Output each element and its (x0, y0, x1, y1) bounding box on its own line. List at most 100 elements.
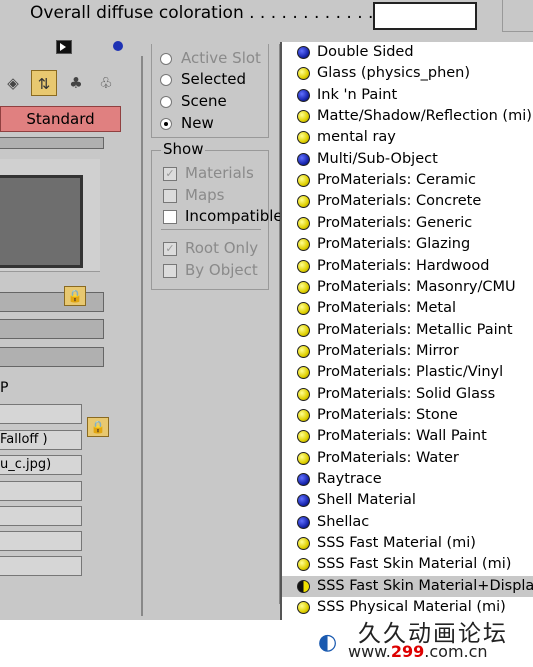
yellow-sphere-icon (297, 558, 310, 572)
list-item[interactable]: ProMaterials: Solid Glass (282, 384, 533, 405)
list-item[interactable]: ProMaterials: Concrete (282, 191, 533, 212)
section-label: P (0, 380, 9, 396)
blue-sphere-icon (297, 515, 310, 529)
list-item-label: ProMaterials: Wall Paint (317, 428, 487, 445)
watermark-url-number: 299 (390, 642, 425, 661)
material-preview[interactable] (0, 175, 83, 268)
radio-scene[interactable]: Scene (160, 92, 227, 112)
checkbox-root-only[interactable]: ✓ Root Only (163, 239, 258, 259)
checkbox-icon (163, 263, 177, 278)
yellow-sphere-icon (297, 280, 310, 294)
list-item[interactable]: ProMaterials: Plastic/Vinyl (282, 362, 533, 383)
list-item[interactable]: ProMaterials: Metal (282, 298, 533, 319)
list-item-label: ProMaterials: Plastic/Vinyl (317, 364, 504, 381)
side-button[interactable] (502, 0, 533, 32)
show-map-icon[interactable]: ⇅ (31, 70, 57, 96)
cube-icon[interactable]: ◈ (0, 70, 26, 96)
watermark-url-prefix: www. (348, 642, 391, 661)
radio-active-slot[interactable]: Active Slot (160, 49, 261, 69)
list-item[interactable]: Shell Material (282, 490, 533, 511)
rollout-bar[interactable] (0, 319, 104, 339)
diffuse-coloration-label: Overall diffuse coloration . . . . . . .… (30, 3, 374, 23)
checkbox-by-object[interactable]: By Object (163, 261, 258, 281)
yellow-sphere-icon (297, 366, 310, 380)
lock-icon[interactable]: 🔒 (64, 286, 86, 306)
yellow-sphere-icon (297, 131, 310, 145)
list-item[interactable]: Ink 'n Paint (282, 85, 533, 106)
yellow-sphere-icon (297, 302, 310, 316)
rollout-bar[interactable] (0, 347, 104, 367)
list-item-label: Ink 'n Paint (317, 86, 398, 103)
material-type-button[interactable]: Standard (0, 106, 121, 132)
yellow-sphere-icon (297, 451, 310, 465)
list-item[interactable]: Double Sided (282, 42, 533, 63)
list-item[interactable]: Shellac (282, 512, 533, 533)
browser-options-panel: Active Slot Selected Scene New Show ✓ Mat… (143, 44, 283, 604)
list-item[interactable]: ProMaterials: Metallic Paint (282, 320, 533, 341)
check-icon: ✓ (163, 241, 177, 256)
map-slot[interactable]: Falloff ) (0, 430, 82, 450)
list-item[interactable]: ProMaterials: Water (282, 448, 533, 469)
checkbox-materials[interactable]: ✓ Materials (163, 164, 254, 184)
list-item[interactable]: SSS Fast Material (mi) (282, 533, 533, 554)
material-list[interactable]: Double Sided Glass (physics_phen) Ink 'n P… (280, 42, 533, 620)
watermark-logo-icon: ◐ (318, 630, 338, 655)
show-group-title: Show (161, 140, 206, 158)
yellow-sphere-icon (297, 216, 310, 230)
list-item[interactable]: SSS Fast Skin Material (mi) (282, 554, 533, 575)
list-item[interactable]: ProMaterials: Wall Paint (282, 426, 533, 447)
list-item[interactable]: ProMaterials: Stone (282, 405, 533, 426)
material-toolbar: ◈ ⇅ ♣ ♧ (0, 70, 143, 100)
list-item[interactable]: ProMaterials: Glazing (282, 234, 533, 255)
list-item[interactable]: ProMaterials: Ceramic (282, 170, 533, 191)
radio-icon (160, 95, 172, 108)
list-item-label: SSS Fast Skin Material (mi) (317, 556, 512, 573)
list-item-label: ProMaterials: Concrete (317, 193, 482, 210)
list-item-label: ProMaterials: Glazing (317, 236, 471, 253)
list-item[interactable]: mental ray (282, 127, 533, 148)
check-icon: ✓ (163, 166, 177, 181)
list-item[interactable]: ProMaterials: Generic (282, 213, 533, 234)
list-item-label: Shell Material (317, 492, 416, 509)
radio-new[interactable]: New (160, 114, 214, 134)
yellow-sphere-icon (297, 344, 310, 358)
blue-sphere-icon (297, 88, 310, 102)
checkbox-maps[interactable]: Maps (163, 186, 224, 206)
map-slot[interactable]: u_c.jpg) (0, 455, 82, 475)
radio-selected[interactable]: Selected (160, 70, 246, 90)
map-slot[interactable] (0, 404, 82, 424)
yellow-sphere-icon (297, 601, 310, 615)
list-item-label: ProMaterials: Stone (317, 406, 458, 423)
list-item-label: Shellac (317, 513, 370, 530)
yellow-sphere-icon (297, 323, 310, 337)
map-slot[interactable] (0, 556, 82, 576)
list-item[interactable]: Glass (physics_phen) (282, 63, 533, 84)
lock-icon[interactable]: 🔒 (87, 417, 109, 437)
list-item-label: ProMaterials: Metallic Paint (317, 321, 513, 338)
list-item[interactable]: SSS Fast Skin Material+Displace (m (282, 575, 533, 597)
list-item[interactable]: Multi/Sub-Object (282, 149, 533, 170)
list-item-label: mental ray (317, 129, 396, 146)
list-item[interactable]: ProMaterials: Masonry/CMU (282, 277, 533, 298)
checkbox-icon (163, 188, 177, 203)
list-item[interactable]: Raytrace (282, 469, 533, 490)
map-slot[interactable] (0, 531, 82, 551)
go-to-parent-icon[interactable]: ♣ (63, 70, 89, 96)
list-item-label: Glass (physics_phen) (317, 65, 471, 82)
list-item-label: ProMaterials: Water (317, 449, 459, 466)
rollout-bar[interactable] (0, 137, 104, 149)
blue-sphere-icon (297, 473, 310, 486)
list-item[interactable]: Matte/Shadow/Reflection (mi) (282, 106, 533, 127)
yellow-sphere-icon (297, 387, 310, 401)
list-item[interactable]: ProMaterials: Mirror (282, 341, 533, 362)
diffuse-color-swatch[interactable] (373, 2, 477, 30)
list-item[interactable]: ProMaterials: Hardwood (282, 256, 533, 277)
rollout-bar[interactable] (0, 292, 104, 312)
blue-sphere-icon (297, 46, 310, 59)
map-slot[interactable] (0, 506, 82, 526)
half-sphere-icon (297, 579, 310, 593)
checkbox-incompatible[interactable]: Incompatible (163, 207, 283, 227)
map-slot[interactable] (0, 481, 82, 501)
yellow-sphere-icon (297, 430, 310, 444)
go-forward-icon[interactable]: ♧ (93, 70, 119, 96)
